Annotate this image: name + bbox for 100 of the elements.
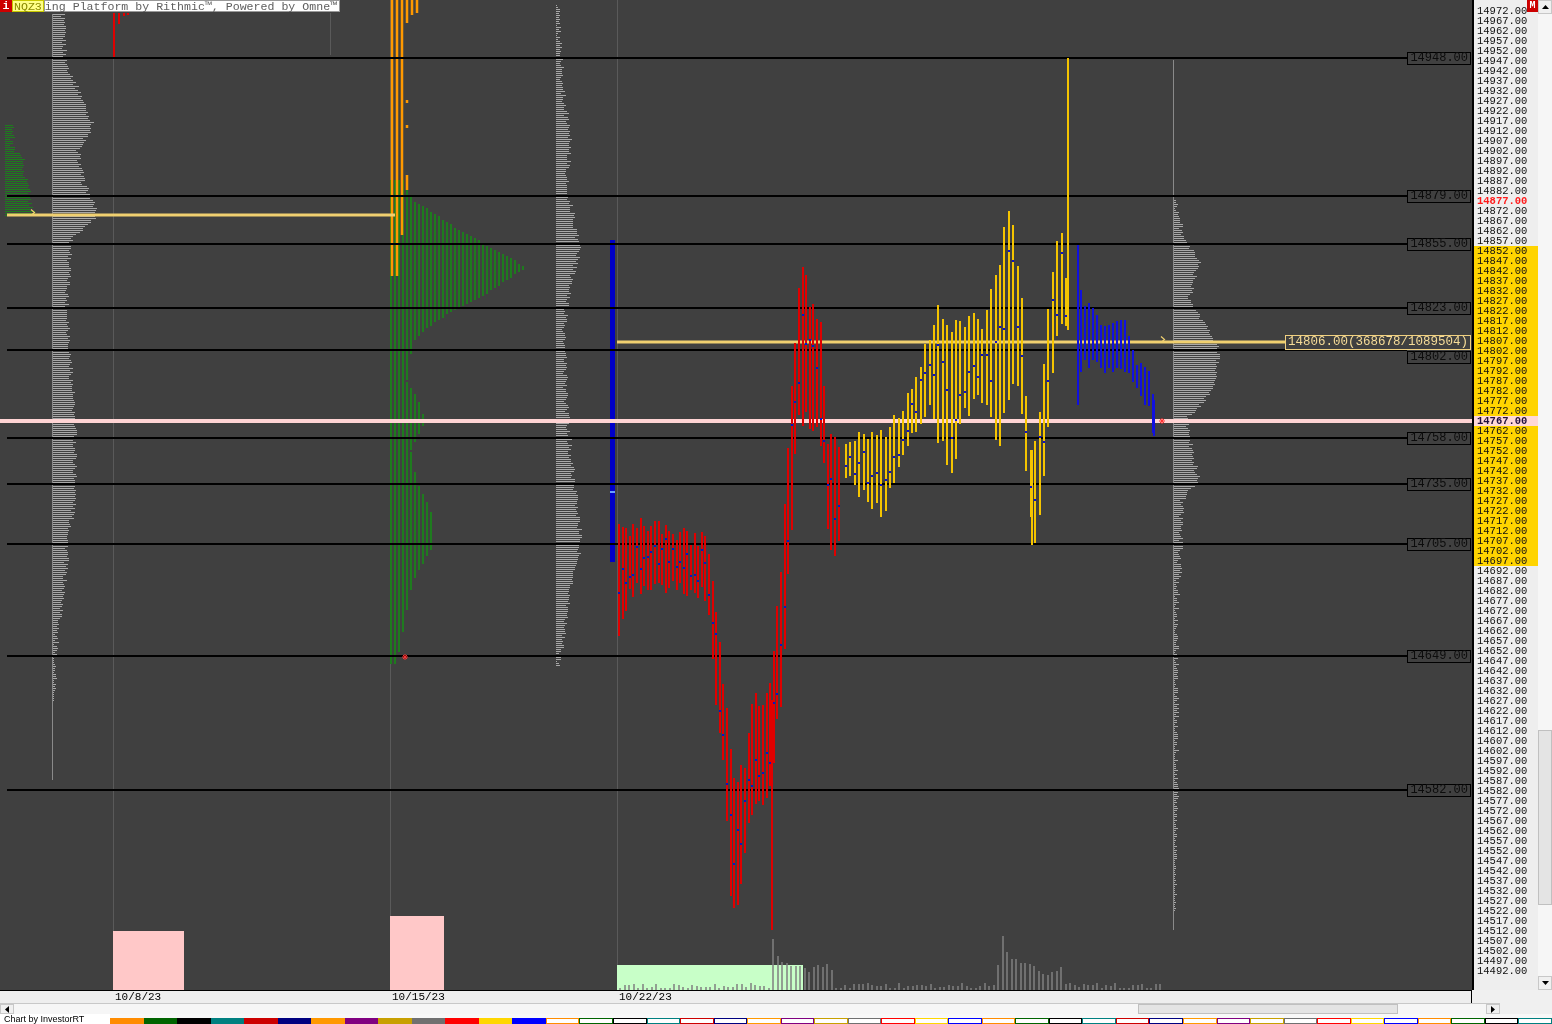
color-swatch-icon[interactable] (1250, 1018, 1284, 1024)
price-axis-label: 14882.00 (1476, 186, 1529, 196)
color-swatch-icon[interactable] (1183, 1018, 1217, 1024)
price-axis-label: 14752.00 (1474, 446, 1538, 456)
price-axis-label: 14707.00 (1474, 536, 1538, 546)
color-swatch-icon[interactable] (579, 1018, 613, 1024)
price-axis-label: 14807.00 (1474, 336, 1538, 346)
color-swatch-icon[interactable] (881, 1018, 915, 1024)
color-swatch-icon[interactable] (1115, 1018, 1150, 1024)
color-swatch-icon[interactable] (747, 1018, 781, 1024)
price-axis-label: 14762.00 (1474, 426, 1538, 436)
price-axis-label: 14642.00 (1476, 666, 1529, 676)
color-swatch-icon[interactable] (1015, 1018, 1049, 1024)
color-swatch-icon[interactable] (646, 1018, 681, 1024)
date-label: 10/22/23 (619, 991, 672, 1003)
scroll-up-button[interactable] (1538, 0, 1552, 14)
scroll-left-button[interactable] (0, 1004, 14, 1014)
price-axis-label: 14712.00 (1474, 526, 1538, 536)
asterisk-icon (1158, 417, 1166, 425)
price-axis-label: 14667.00 (1476, 616, 1529, 626)
color-swatch-icon[interactable] (177, 1018, 211, 1024)
price-axis-label: 14657.00 (1476, 636, 1529, 646)
color-swatch-icon[interactable] (545, 1018, 580, 1024)
color-swatch-icon[interactable] (1317, 1018, 1351, 1024)
price-axis-label: 14627.00 (1476, 696, 1529, 706)
price-axis-label: 14652.00 (1476, 646, 1529, 656)
color-swatch-icon[interactable] (1518, 1018, 1552, 1024)
color-swatch-icon[interactable] (277, 1018, 312, 1024)
price-axis-label: 14567.00 (1476, 816, 1529, 826)
vertical-scrollbar[interactable] (1538, 0, 1552, 990)
price-axis-label: 14512.00 (1476, 926, 1529, 936)
price-axis-label: 14872.00 (1476, 206, 1529, 216)
horizontal-scrollbar[interactable] (0, 1003, 1500, 1014)
price-axis-label: 14897.00 (1476, 156, 1529, 166)
price-axis-label: 14637.00 (1476, 676, 1529, 686)
price-axis-label: 14622.00 (1476, 706, 1529, 716)
color-swatch-icon[interactable] (1082, 1018, 1116, 1024)
price-axis-label: 14927.00 (1476, 96, 1529, 106)
price-axis-label: 14677.00 (1476, 596, 1529, 606)
price-axis-label: 14617.00 (1476, 716, 1529, 726)
color-swatch-icon[interactable] (110, 1018, 144, 1024)
price-axis-label: 14597.00 (1476, 756, 1529, 766)
color-swatch-icon[interactable] (1384, 1018, 1418, 1024)
color-swatch-icon[interactable] (713, 1018, 748, 1024)
scroll-right-button[interactable] (1486, 1004, 1500, 1014)
color-swatch-icon[interactable] (378, 1018, 412, 1024)
scrollbar-thumb[interactable] (1538, 730, 1552, 905)
color-swatch-icon[interactable] (445, 1018, 479, 1024)
color-swatch-icon[interactable] (680, 1018, 714, 1024)
price-axis-label: 14662.00 (1476, 626, 1529, 636)
credit-text: Chart by InvestorRT (0, 1014, 110, 1024)
price-axis-label: 14907.00 (1476, 136, 1529, 146)
color-swatch-icon[interactable] (948, 1018, 982, 1024)
color-swatch-icon[interactable] (143, 1018, 178, 1024)
color-swatch-icon[interactable] (311, 1018, 345, 1024)
color-swatch-icon[interactable] (344, 1018, 379, 1024)
date-label: 10/15/23 (392, 991, 445, 1003)
chevron-icon (1160, 335, 1166, 344)
color-swatch-icon[interactable] (814, 1018, 848, 1024)
color-swatch-icon[interactable] (411, 1018, 446, 1024)
price-axis-label: 14592.00 (1476, 766, 1529, 776)
price-axis-label: 14947.00 (1476, 56, 1529, 66)
price-axis-label: 14777.00 (1474, 396, 1538, 406)
color-swatch-icon[interactable] (1216, 1018, 1251, 1024)
price-axis-label: 14732.00 (1474, 486, 1538, 496)
color-swatch-icon[interactable] (1149, 1018, 1183, 1024)
color-swatch-icon[interactable] (1283, 1018, 1318, 1024)
price-axis-label: 14852.00 (1474, 246, 1538, 256)
scroll-down-button[interactable] (1538, 976, 1552, 990)
color-swatch-icon[interactable] (780, 1018, 815, 1024)
price-axis-label: 14937.00 (1476, 76, 1529, 86)
color-swatch-icon[interactable] (1417, 1018, 1452, 1024)
color-swatch-icon[interactable] (244, 1018, 278, 1024)
color-swatch-icon[interactable] (1451, 1018, 1485, 1024)
color-swatch-icon[interactable] (1048, 1018, 1083, 1024)
scrollbar-thumb[interactable] (1138, 1004, 1398, 1014)
price-axis-label: 14612.00 (1476, 726, 1529, 736)
color-swatch-icon[interactable] (512, 1018, 546, 1024)
price-axis-label: 14492.00 (1476, 966, 1529, 976)
price-axis-label: 14952.00 (1476, 46, 1529, 56)
price-axis-label: 14972.00 (1476, 6, 1527, 16)
price-axis-label: 14922.00 (1476, 106, 1529, 116)
color-swatch-icon[interactable] (1484, 1018, 1519, 1024)
color-swatch-icon[interactable] (847, 1018, 882, 1024)
info-badge[interactable]: i (0, 0, 12, 12)
price-axis-label: 14867.00 (1476, 216, 1529, 226)
color-swatch-icon[interactable] (981, 1018, 1016, 1024)
price-axis-label: 14647.00 (1476, 656, 1529, 666)
color-swatch-icon[interactable] (210, 1018, 245, 1024)
price-axis-label: 14552.00 (1476, 846, 1529, 856)
poc-label: 14806.00(368678/1089504) (1284, 335, 1471, 350)
volume-bar (113, 931, 184, 990)
price-axis-label: 14932.00 (1476, 86, 1529, 96)
color-swatch-icon[interactable] (612, 1018, 647, 1024)
price-axis-label: 14917.00 (1476, 116, 1529, 126)
indicator-badge[interactable]: M (1527, 0, 1538, 12)
price-axis-label: 14542.00 (1476, 866, 1529, 876)
platform-caption: ing Platform by Rithmic™, Powered by Omne™ (43, 0, 341, 12)
price-axis-label: 14697.00 (1474, 556, 1538, 566)
price-axis-label: 14857.00 (1476, 236, 1529, 246)
